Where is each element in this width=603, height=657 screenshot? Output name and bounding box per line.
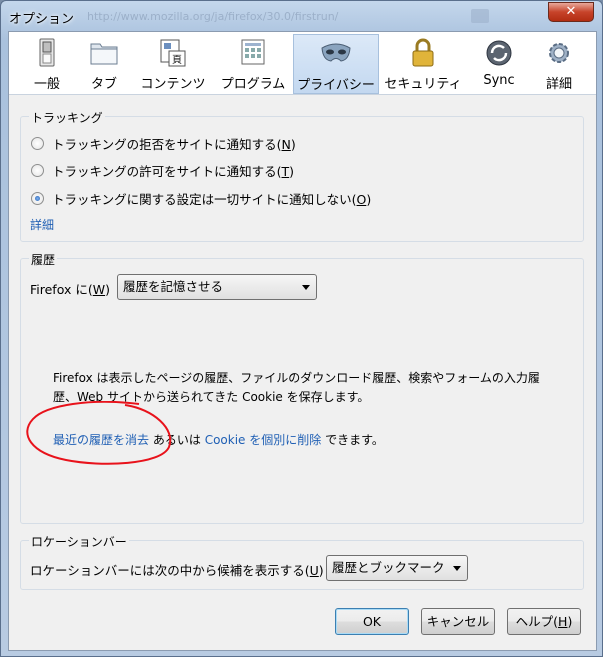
- background-url-text: http://www.mozilla.org/ja/firefox/30.0/f…: [87, 10, 339, 23]
- close-button[interactable]: ✕: [548, 2, 594, 22]
- remove-individual-cookies-link[interactable]: Cookie を個別に削除: [205, 433, 322, 447]
- access-key: N: [281, 136, 291, 152]
- tab-label: コンテンツ: [140, 77, 206, 92]
- sync-arrows-icon: [486, 40, 512, 66]
- privacy-mask-icon: [321, 43, 351, 62]
- radio-button[interactable]: [31, 136, 44, 150]
- location-bar-label: ロケーションバーには次の中から候補を表示する(U): [30, 563, 324, 578]
- svg-text:頁: 頁: [172, 54, 182, 66]
- tracking-group-title: トラッキング: [29, 109, 105, 126]
- pane-toolbar: 一般 タブ 頁 コンテンツ プログラム プライバシー セキュリティ Sync 詳…: [9, 32, 596, 95]
- tab-general[interactable]: 一般: [17, 34, 77, 94]
- access-key: T: [281, 163, 290, 179]
- dialog-content: 一般 タブ 頁 コンテンツ プログラム プライバシー セキュリティ Sync 詳…: [8, 31, 597, 651]
- options-dialog: オプション http://www.mozilla.org/ja/firefox/…: [0, 0, 603, 657]
- tab-advanced[interactable]: 詳細: [531, 34, 587, 94]
- tab-security[interactable]: セキュリティ: [381, 34, 465, 94]
- ok-button[interactable]: OK: [335, 608, 409, 635]
- background-toolbar-icon: [471, 9, 489, 23]
- title-bar[interactable]: オプション http://www.mozilla.org/ja/firefox/…: [1, 1, 602, 31]
- content-page-icon: 頁: [160, 39, 186, 67]
- general-switch-icon: [39, 38, 55, 67]
- tab-label: プライバシー: [297, 78, 375, 93]
- radio-button[interactable]: [31, 163, 44, 177]
- tab-applications[interactable]: プログラム: [213, 34, 293, 94]
- help-button[interactable]: ヘルプ(H): [507, 608, 581, 635]
- location-bar-suggest-value: 履歴とブックマーク: [332, 560, 445, 575]
- radio-label: トラッキングの拒否をサイトに通知する(: [52, 136, 282, 152]
- tab-sync[interactable]: Sync: [469, 34, 529, 94]
- dropdown-arrow-icon: [302, 285, 310, 290]
- advanced-gear-icon: [549, 43, 569, 63]
- tracking-option-no-preference[interactable]: トラッキングに関する設定は一切サイトに通知しない(O): [31, 189, 371, 207]
- access-key: W: [92, 282, 106, 297]
- tracking-option-do-not-track[interactable]: トラッキングの拒否をサイトに通知する(N): [31, 134, 296, 152]
- tab-label: タブ: [90, 77, 117, 92]
- radio-label: トラッキングの許可をサイトに通知する(: [52, 163, 282, 179]
- radio-button-checked[interactable]: [31, 191, 44, 205]
- applications-icon: [241, 39, 265, 65]
- tab-label: プログラム: [220, 77, 286, 92]
- access-key: O: [356, 191, 367, 207]
- tab-label: セキュリティ: [384, 77, 462, 92]
- firefox-history-label: Firefox に(W): [30, 282, 110, 297]
- history-mode-select[interactable]: 履歴を記憶させる: [117, 274, 317, 300]
- access-key: H: [558, 614, 568, 629]
- tab-label: Sync: [483, 73, 515, 88]
- location-bar-suggest-select[interactable]: 履歴とブックマーク: [326, 555, 468, 581]
- dropdown-arrow-icon: [453, 566, 461, 571]
- tab-label: 詳細: [545, 77, 572, 92]
- description-line: Firefox は表示したページの履歴、ファイルのダウンロード履歴、検索やフォー…: [53, 371, 540, 385]
- tab-content[interactable]: 頁 コンテンツ: [133, 34, 213, 94]
- window-title: オプション: [9, 12, 75, 27]
- history-group-title: 履歴: [29, 251, 58, 268]
- history-mode-value: 履歴を記憶させる: [123, 279, 224, 294]
- red-annotation-circle: [26, 401, 172, 465]
- cancel-button[interactable]: キャンセル: [421, 608, 495, 635]
- location-bar-group: ロケーションバー ロケーションバーには次の中から候補を表示する(U) 履歴とブッ…: [20, 533, 584, 590]
- tab-tabs[interactable]: タブ: [75, 34, 133, 94]
- location-bar-group-title: ロケーションバー: [29, 533, 129, 550]
- security-padlock-icon: [412, 38, 434, 67]
- tab-privacy[interactable]: プライバシー: [293, 34, 379, 94]
- history-group: 履歴 Firefox に(W) 履歴を記憶させる Firefox は表示したペー…: [20, 251, 584, 524]
- tracking-group: トラッキング トラッキングの拒否をサイトに通知する(N) トラッキングの許可をサ…: [20, 109, 584, 242]
- tracking-details-link[interactable]: 詳細: [30, 216, 54, 233]
- tabs-folder-icon: [90, 43, 118, 65]
- tracking-option-allow-track[interactable]: トラッキングの許可をサイトに通知する(T): [31, 161, 294, 179]
- tab-label: 一般: [33, 77, 60, 92]
- can-text: できます。: [325, 433, 384, 447]
- access-key: U: [309, 563, 319, 578]
- radio-label: トラッキングに関する設定は一切サイトに通知しない(: [52, 191, 357, 207]
